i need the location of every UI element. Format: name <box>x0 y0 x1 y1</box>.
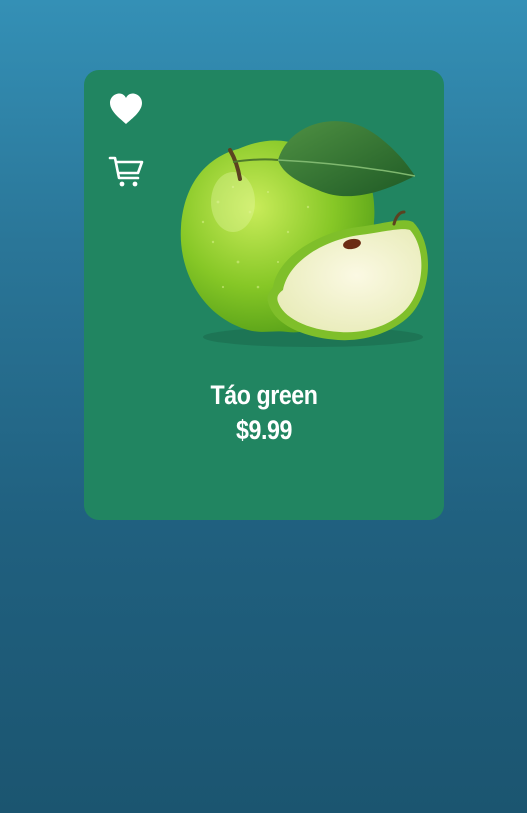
product-price: $9.99 <box>236 415 292 445</box>
cart-icon[interactable] <box>108 154 144 190</box>
green-apple-image <box>178 112 438 352</box>
product-card: Táo green $9.99 <box>84 70 444 520</box>
heart-icon[interactable] <box>108 92 144 128</box>
product-name: Táo green <box>210 380 318 410</box>
